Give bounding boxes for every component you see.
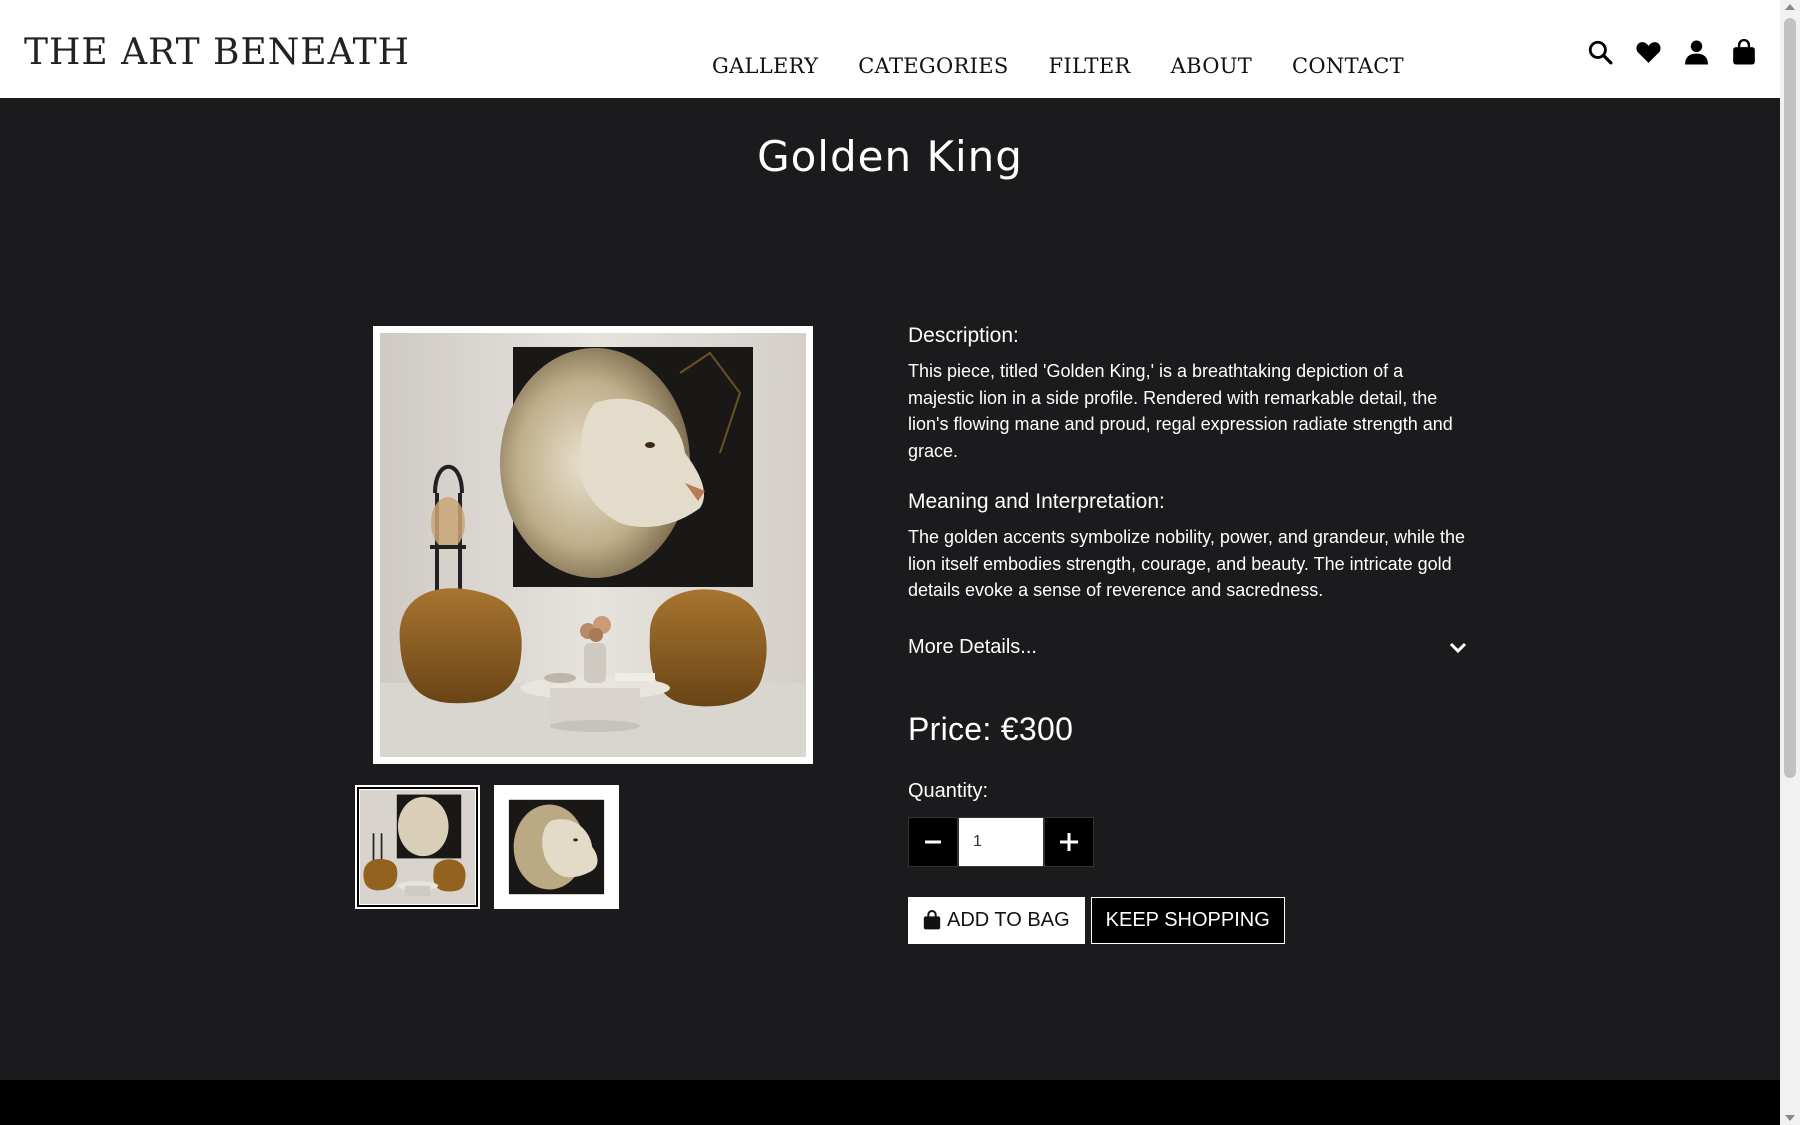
search-icon[interactable] [1586,38,1614,66]
decrease-quantity-button[interactable] [908,816,958,867]
nav-gallery[interactable]: GALLERY [712,54,818,78]
room-with-lion-thumbnail-image [360,790,475,904]
footer [0,1080,1780,1125]
page-scrollbar[interactable] [1780,0,1800,1125]
nav-categories[interactable]: CATEGORIES [858,54,1008,78]
product-price: Price: €300 [908,710,1074,747]
thumbnail-room-view[interactable] [355,785,480,909]
description-label: Description: [908,324,1019,347]
heart-icon[interactable] [1634,38,1662,66]
product-details: Description: This piece, titled 'Golden … [908,324,1468,944]
keep-shopping-button[interactable]: KEEP SHOPPING [1090,896,1285,944]
quantity-stepper [908,816,1468,867]
thumbnail-artwork-view[interactable] [494,785,619,909]
meaning-label: Meaning and Interpretation: [908,490,1165,513]
nav-contact[interactable]: CONTACT [1292,54,1404,78]
shopping-bag-icon[interactable] [1730,38,1758,66]
chevron-down-icon [1449,642,1467,654]
minus-icon [925,840,941,843]
product-thumbnails [355,785,619,909]
lion-artwork-thumbnail-image [497,788,616,906]
product-actions: ADD TO BAG KEEP SHOPPING [908,896,1468,944]
nav-about[interactable]: ABOUT [1171,54,1252,78]
more-details-label: More Details... [908,635,1037,658]
site-header: THE ART BENEATH GALLERY CATEGORIES FILTE… [0,0,1780,98]
header-icons [1586,38,1758,66]
shopping-bag-icon [923,910,941,930]
quantity-input[interactable] [958,816,1044,867]
product-title: Golden King [757,132,1023,181]
site-logo[interactable]: THE ART BENEATH [24,32,410,73]
nav-filter[interactable]: FILTER [1049,54,1131,78]
add-to-bag-button[interactable]: ADD TO BAG [908,896,1085,944]
scrollbar-thumb[interactable] [1784,18,1796,778]
plus-icon [1060,832,1078,851]
user-icon[interactable] [1682,38,1710,66]
quantity-label: Quantity: [908,779,989,802]
description-text: This piece, titled 'Golden King,' is a b… [908,361,1453,461]
main-nav: GALLERY CATEGORIES FILTER ABOUT CONTACT [712,54,1404,78]
room-with-lion-artwork-image [380,333,806,757]
keep-shopping-label: KEEP SHOPPING [1105,908,1270,931]
scroll-up-arrow-icon[interactable] [1785,4,1795,10]
add-to-bag-label: ADD TO BAG [947,908,1070,931]
increase-quantity-button[interactable] [1044,816,1094,867]
more-details-toggle[interactable]: More Details... [908,636,1468,659]
product-main-image[interactable] [373,326,813,764]
scroll-down-arrow-icon[interactable] [1785,1115,1795,1121]
meaning-text: The golden accents symbolize nobility, p… [908,527,1465,600]
